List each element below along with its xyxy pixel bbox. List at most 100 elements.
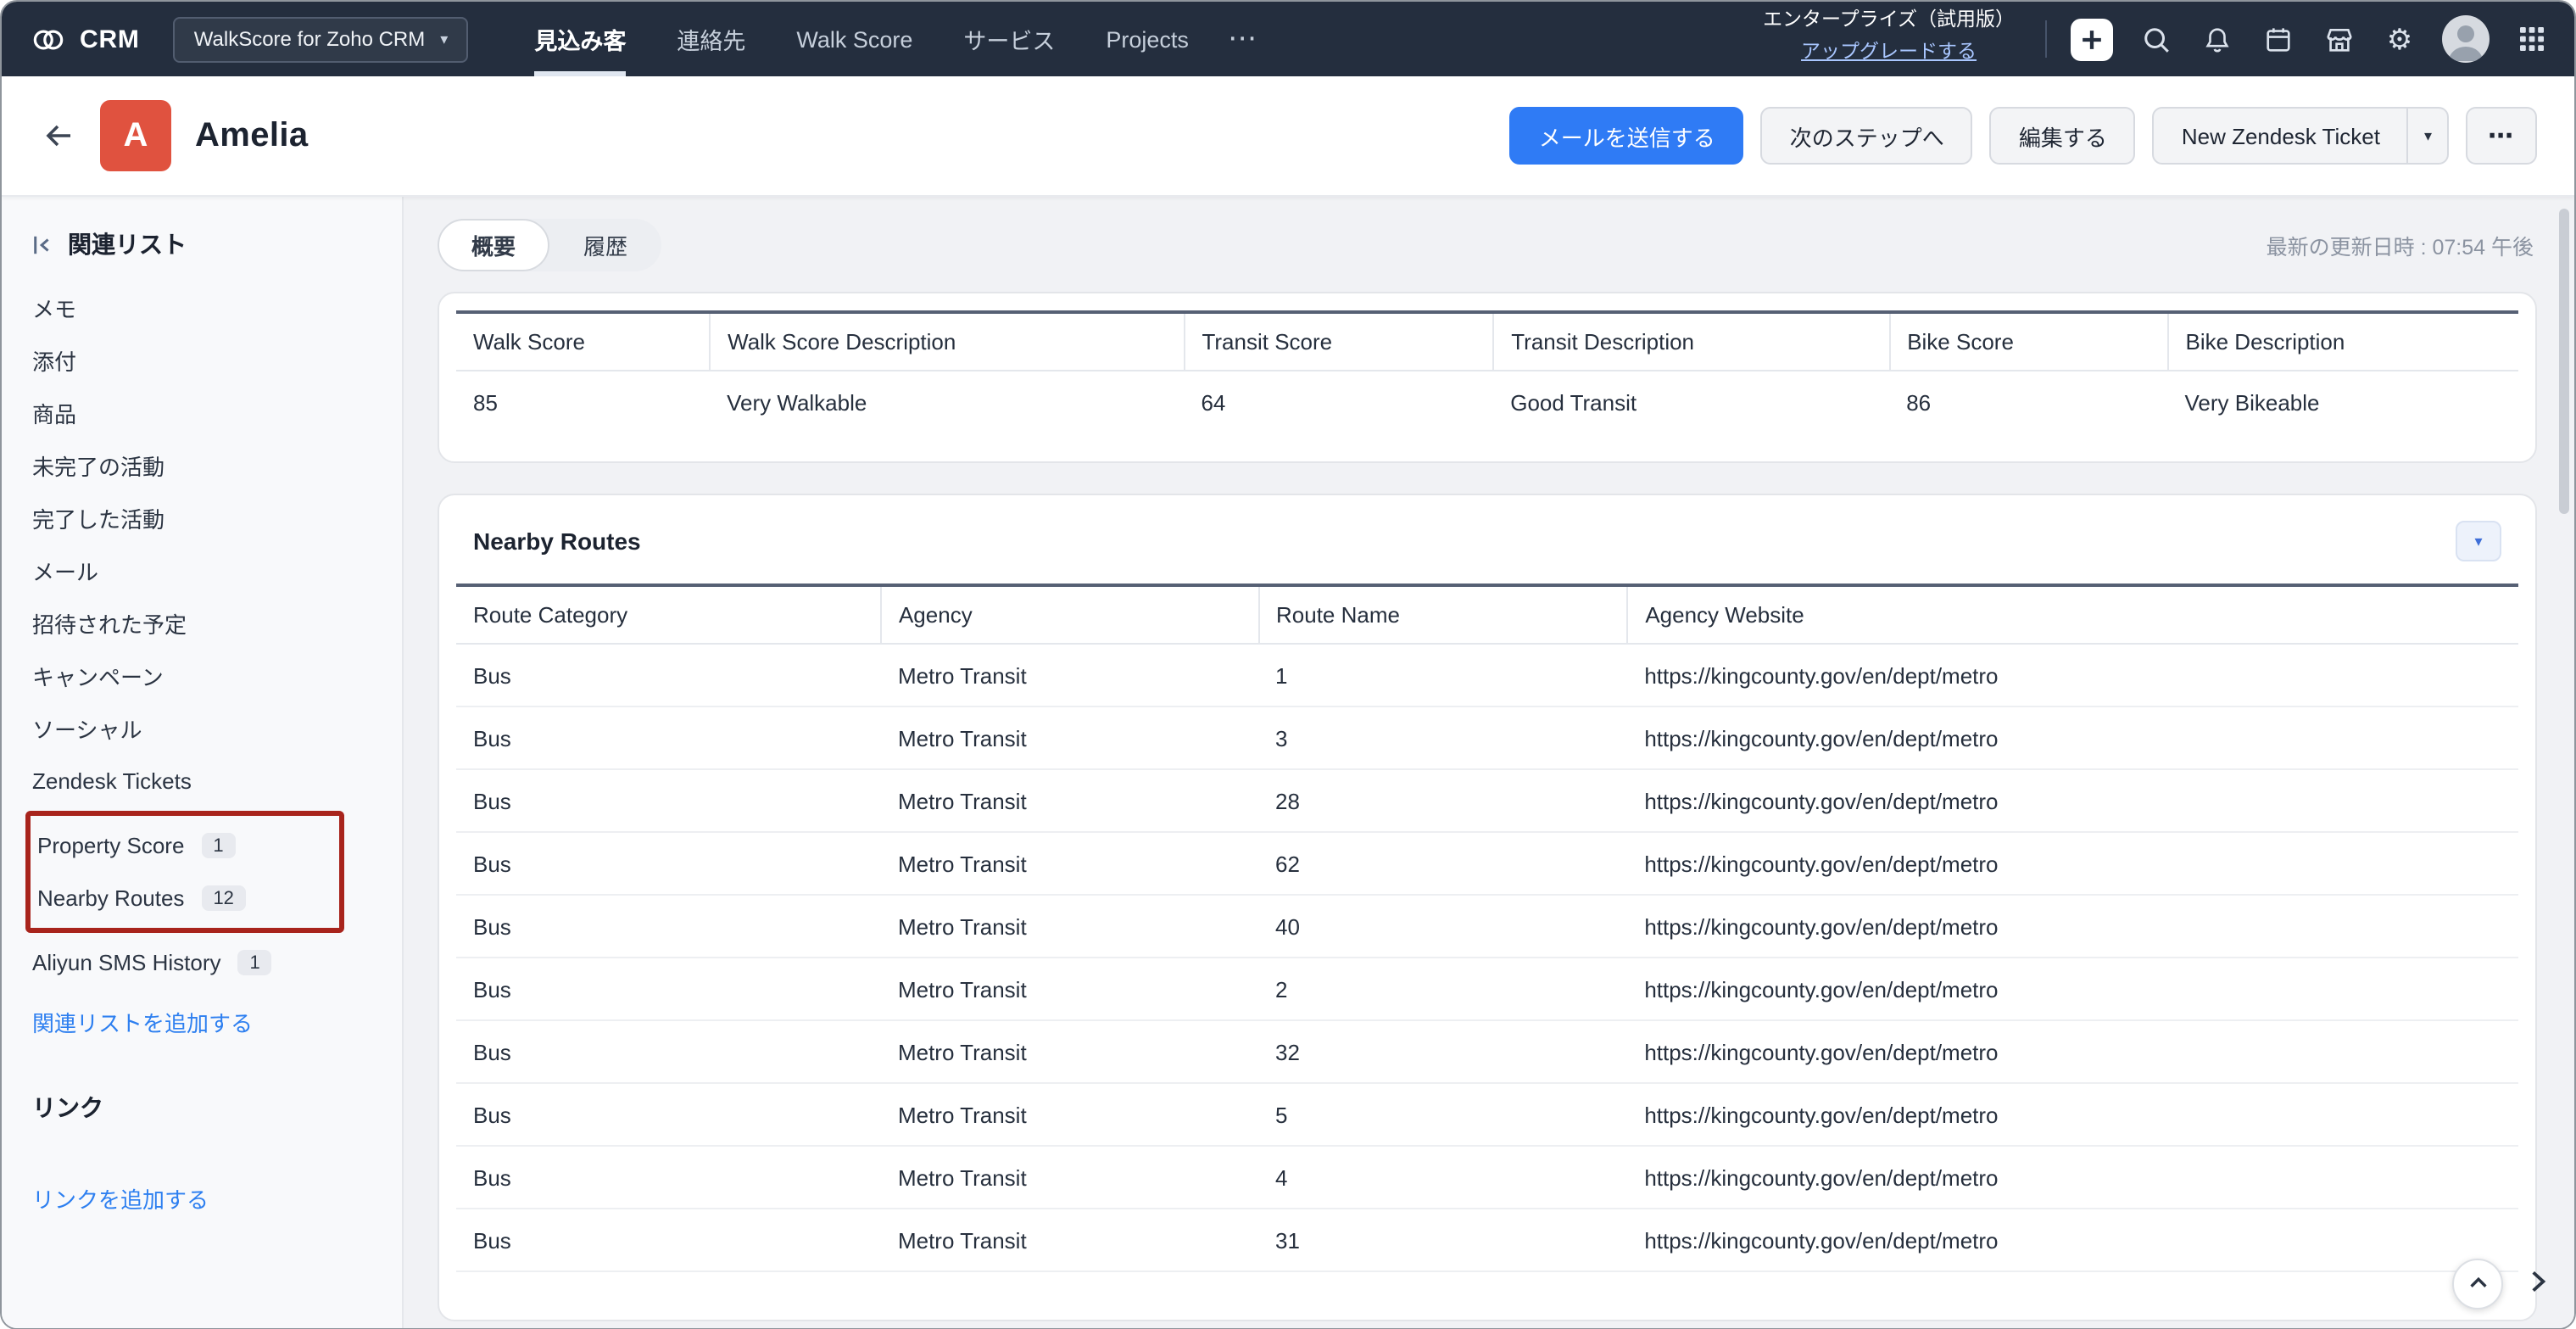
marketplace-store-icon[interactable] <box>2320 20 2357 58</box>
table-row[interactable]: BusMetro Transit32https://kingcounty.gov… <box>456 1020 2518 1083</box>
sidebar-item-label: ソーシャル <box>32 712 142 745</box>
sidebar-item-attachments[interactable]: 添付 <box>32 334 402 387</box>
sidebar-item-notes[interactable]: メモ <box>32 282 402 334</box>
sidebar-item-label: 完了した活動 <box>32 502 164 534</box>
table-row[interactable]: 85Very Walkable64Good Transit86Very Bike… <box>456 371 2518 434</box>
sidebar-item-invited-meetings[interactable]: 招待された予定 <box>32 597 402 650</box>
table-cell: Bus <box>456 1209 881 1271</box>
table-row[interactable]: BusMetro Transit62https://kingcounty.gov… <box>456 832 2518 895</box>
more-actions-button[interactable]: ⋯ <box>2466 107 2537 165</box>
column-header-agency: Agency <box>881 585 1258 644</box>
topnav-item-leads[interactable]: 見込み客 <box>534 2 626 76</box>
sidebar-item-label: 未完了の活動 <box>32 450 164 482</box>
table-row[interactable]: BusMetro Transit1https://kingcounty.gov/… <box>456 644 2518 706</box>
table-cell: Very Bikeable <box>2168 371 2519 434</box>
table-cell: Metro Transit <box>881 832 1258 895</box>
topnav-item-services[interactable]: サービス <box>963 2 1055 76</box>
next-record-button[interactable] <box>2517 1261 2557 1302</box>
user-avatar[interactable] <box>2442 15 2490 63</box>
add-related-list-link[interactable]: 関連リストを追加する <box>32 1006 253 1038</box>
collapse-panel-icon[interactable] <box>32 233 54 255</box>
topnav-item-walk-score[interactable]: Walk Score <box>796 2 912 76</box>
back-button[interactable] <box>32 109 86 163</box>
sidebar-item-aliyun-sms-history[interactable]: Aliyun SMS History1 <box>32 936 402 989</box>
table-row[interactable]: BusMetro Transit5https://kingcounty.gov/… <box>456 1083 2518 1146</box>
sidebar-item-campaigns[interactable]: キャンペーン <box>32 650 402 702</box>
divider <box>2045 20 2047 58</box>
nearby-routes-options-button[interactable]: ▾ <box>2456 521 2501 561</box>
app-window: CRM WalkScore for Zoho CRM ▾ 見込み客連絡先Walk… <box>0 0 2576 1329</box>
org-selector-dropdown[interactable]: WalkScore for Zoho CRM ▾ <box>174 16 469 62</box>
table-cell: 3 <box>1258 706 1627 769</box>
sidebar-item-closed-activities[interactable]: 完了した活動 <box>32 492 402 544</box>
links-section-title: リンク <box>32 1091 402 1125</box>
sidebar-item-list: メモ添付商品未完了の活動完了した活動メール招待された予定キャンペーンソーシャル Z… <box>32 282 402 989</box>
table-row[interactable]: BusMetro Transit3https://kingcounty.gov/… <box>456 706 2518 769</box>
notifications-bell-icon[interactable] <box>2198 20 2235 58</box>
send-mail-button[interactable]: メールを送信する <box>1510 107 1744 165</box>
sidebar-item-social[interactable]: ソーシャル <box>32 702 402 755</box>
table-cell: Bus <box>456 832 881 895</box>
calendar-icon[interactable] <box>2259 20 2296 58</box>
add-link-link[interactable]: リンクを追加する <box>32 1182 209 1215</box>
quick-create-button[interactable] <box>2071 18 2113 60</box>
settings-gear-icon[interactable]: ⚙ <box>2381 20 2418 58</box>
view-tabs: 概要履歴 <box>438 219 661 271</box>
sidebar-item-label: 商品 <box>32 397 76 429</box>
sidebar-item-property-score[interactable]: Property Score1 <box>37 819 339 872</box>
table-row[interactable]: BusMetro Transit2https://kingcounty.gov/… <box>456 958 2518 1020</box>
table-cell: 64 <box>1184 371 1493 434</box>
count-badge: 12 <box>201 885 246 911</box>
table-row[interactable]: BusMetro Transit40https://kingcounty.gov… <box>456 895 2518 958</box>
table-cell: Very Walkable <box>710 371 1184 434</box>
sidebar-title-row: 関連リスト <box>32 227 402 261</box>
zendesk-split-button: New Zendesk Ticket ▾ <box>2153 107 2449 165</box>
scroll-to-top-button[interactable] <box>2452 1258 2503 1309</box>
table-cell: Metro Transit <box>881 769 1258 832</box>
upgrade-link[interactable]: アップグレードする <box>1801 42 1977 63</box>
topnav-right-cluster: エンタープライズ（試用版） アップグレードする ⚙ <box>1763 2 2551 76</box>
sidebar-item-open-activities[interactable]: 未完了の活動 <box>32 439 402 492</box>
topnav-more-button[interactable]: ⋯ <box>1221 22 1263 56</box>
table-row[interactable]: BusMetro Transit28https://kingcounty.gov… <box>456 769 2518 832</box>
table-cell: 40 <box>1258 895 1627 958</box>
table-cell: https://kingcounty.gov/en/dept/metro <box>1627 706 2518 769</box>
sidebar-item-label: メモ <box>32 292 76 324</box>
table-cell: Bus <box>456 1146 881 1209</box>
table-cell: https://kingcounty.gov/en/dept/metro <box>1627 1209 2518 1271</box>
topnav-item-contacts[interactable]: 連絡先 <box>677 2 745 76</box>
table-cell: https://kingcounty.gov/en/dept/metro <box>1627 769 2518 832</box>
nearby-routes-header: Nearby Routes ▾ <box>456 495 2518 584</box>
column-header-agency-website: Agency Website <box>1627 585 2518 644</box>
topnav-items: 見込み客連絡先 Walk Score サービス Projects <box>509 2 1214 76</box>
chevron-down-icon: ▾ <box>440 30 448 48</box>
zendesk-dropdown-button[interactable]: ▾ <box>2409 107 2449 165</box>
topnav-item-projects[interactable]: Projects <box>1106 2 1189 76</box>
sidebar-item-products[interactable]: 商品 <box>32 387 402 439</box>
record-header: A Amelia メールを送信する 次のステップへ 編集する New Zende… <box>2 76 2574 197</box>
apps-grid-icon[interactable] <box>2513 20 2551 58</box>
edit-button[interactable]: 編集する <box>1990 107 2136 165</box>
column-header-walk-score-description: Walk Score Description <box>710 312 1184 371</box>
sidebar-item-emails[interactable]: メール <box>32 544 402 597</box>
sidebar-item-label: 添付 <box>32 344 76 377</box>
table-row[interactable]: BusMetro Transit4https://kingcounty.gov/… <box>456 1146 2518 1209</box>
sidebar-item-nearby-routes[interactable]: Nearby Routes12 <box>37 872 339 924</box>
table-row[interactable]: BusMetro Transit31https://kingcounty.gov… <box>456 1209 2518 1271</box>
search-icon[interactable] <box>2137 20 2174 58</box>
table-cell: 85 <box>456 371 710 434</box>
tab-timeline[interactable]: 履歴 <box>549 219 661 271</box>
next-step-button[interactable]: 次のステップへ <box>1761 107 1973 165</box>
new-zendesk-ticket-button[interactable]: New Zendesk Ticket <box>2153 107 2409 165</box>
column-header-transit-score: Transit Score <box>1184 312 1493 371</box>
tab-overview[interactable]: 概要 <box>438 219 549 271</box>
table-cell: Metro Transit <box>881 1083 1258 1146</box>
related-list-title: 関連リスト <box>68 227 187 261</box>
plan-info: エンタープライズ（試用版） アップグレードする <box>1763 8 2015 69</box>
table-cell: 31 <box>1258 1209 1627 1271</box>
nearby-routes-title: Nearby Routes <box>473 528 641 555</box>
table-cell: Metro Transit <box>881 1209 1258 1271</box>
vertical-scrollbar[interactable] <box>2559 209 2569 514</box>
sidebar-item-zendesk-tickets[interactable]: Zendesk Tickets <box>32 755 402 807</box>
last-updated-timestamp: 最新の更新日時 : 07:54 午後 <box>2267 229 2534 261</box>
